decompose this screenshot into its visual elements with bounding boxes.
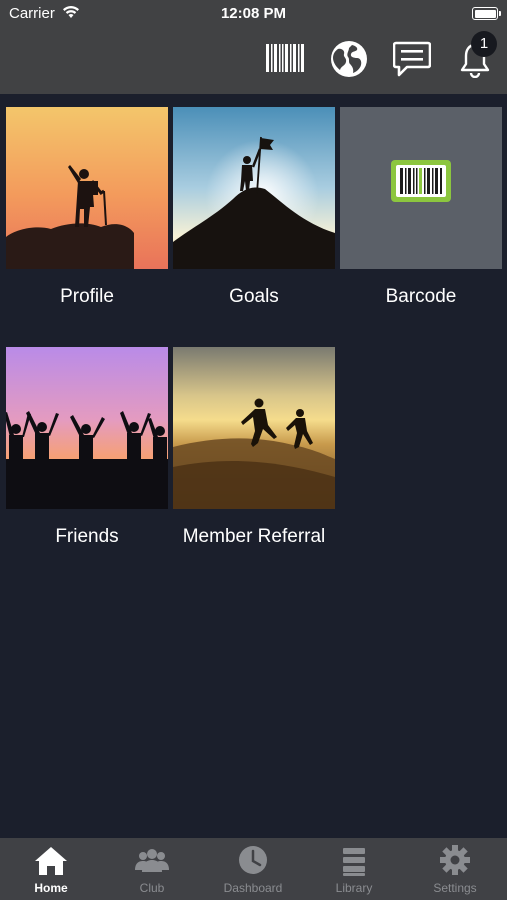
people-icon <box>135 849 169 872</box>
barcode-label[interactable]: Barcode <box>321 286 507 308</box>
goals-tile[interactable] <box>173 107 335 269</box>
friends-tile[interactable] <box>6 347 168 509</box>
member-referral-image <box>173 347 335 509</box>
tab-club[interactable]: Club <box>102 838 202 900</box>
notification-badge: 1 <box>471 31 497 57</box>
profile-tile[interactable] <box>6 107 168 269</box>
goals-image <box>173 107 335 269</box>
chat-icon[interactable] <box>393 41 431 77</box>
tab-library-label: Library <box>335 881 373 895</box>
member-referral-tile[interactable] <box>173 347 335 509</box>
tab-settings[interactable]: Settings <box>405 838 505 900</box>
barcode-tile[interactable] <box>340 107 502 269</box>
globe-icon[interactable] <box>330 40 368 78</box>
tab-dashboard[interactable]: Dashboard <box>203 838 303 900</box>
home-icon <box>35 847 67 875</box>
library-icon <box>343 848 365 876</box>
app-header: Carrier 12:08 PM 1 <box>0 0 507 94</box>
status-time: 12:08 PM <box>220 5 287 22</box>
tab-settings-label: Settings <box>433 881 477 895</box>
tab-bar: Home Club Dashboard Library Settings <box>0 838 507 900</box>
gear-icon <box>440 845 470 875</box>
barcode-icon[interactable] <box>266 44 304 72</box>
member-referral-label[interactable]: Member Referral <box>154 526 354 548</box>
barcode-card-icon <box>391 160 451 202</box>
tab-home[interactable]: Home <box>1 838 101 900</box>
status-bar: Carrier 12:08 PM <box>0 0 507 30</box>
clock-icon <box>239 846 267 874</box>
friends-image <box>6 347 168 509</box>
tab-library[interactable]: Library <box>304 838 404 900</box>
battery-icon <box>472 7 501 20</box>
tab-dashboard-label: Dashboard <box>223 881 283 895</box>
tab-home-label: Home <box>34 881 68 895</box>
profile-image <box>6 107 168 269</box>
tab-club-label: Club <box>139 881 165 895</box>
